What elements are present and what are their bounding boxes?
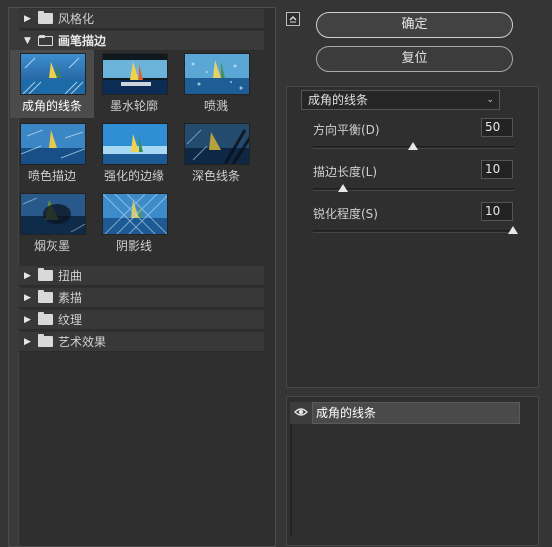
folder-icon (38, 11, 53, 24)
category-label: 风格化 (58, 12, 95, 26)
triangle-right-icon: ▶ (24, 336, 31, 347)
reset-button[interactable]: 复位 (316, 46, 513, 72)
triangle-down-icon: ▼ (24, 35, 31, 46)
filter-preview-image (184, 53, 250, 95)
folder-icon (38, 290, 53, 303)
thumbnail-angled-strokes[interactable]: 成角的线条 (10, 50, 94, 118)
thumbnail-label: 阴影线 (115, 239, 152, 253)
category-brush-strokes[interactable]: ▼ 画笔描边 (18, 31, 264, 51)
thumbnail-label: 深色线条 (191, 169, 240, 183)
direction-balance-slider-thumb[interactable] (408, 142, 418, 150)
thumbnail-dark-strokes[interactable]: 深色线条 (174, 120, 258, 188)
ok-button[interactable]: 确定 (316, 12, 513, 38)
folder-icon (38, 268, 53, 281)
thumbnail-label: 喷色描边 (27, 169, 76, 183)
folder-icon (38, 312, 53, 325)
thumbnail-label: 强化的边缘 (103, 169, 164, 183)
direction-balance-label: 方向平衡(D) (313, 123, 380, 137)
folder-icon (38, 334, 53, 347)
collapse-panel-icon[interactable] (286, 12, 300, 26)
category-distort[interactable]: ▶ 扭曲 (18, 266, 264, 286)
filter-preview-image (102, 193, 168, 235)
thumbnail-label: 烟灰墨 (33, 239, 70, 253)
chevron-down-icon: ⌄ (486, 95, 494, 105)
triangle-right-icon: ▶ (24, 292, 31, 303)
category-stylize[interactable]: ▶ 风格化 (18, 9, 264, 29)
thumbnail-label: 成角的线条 (21, 99, 82, 113)
thumbnail-ink-outlines[interactable]: 墨水轮廓 (92, 50, 176, 118)
stroke-length-input[interactable]: 10 (481, 160, 513, 179)
effect-layer-name: 成角的线条 (312, 402, 520, 424)
filter-select[interactable]: 成角的线条 ⌄ (301, 90, 500, 110)
category-texture[interactable]: ▶ 纹理 (18, 310, 264, 330)
stroke-length-label: 描边长度(L) (313, 165, 378, 179)
stroke-length-slider-thumb[interactable] (338, 184, 348, 192)
thumbnail-label: 墨水轮廓 (109, 99, 158, 113)
thumbnail-spatter[interactable]: 喷溅 (174, 50, 258, 118)
category-label: 艺术效果 (58, 335, 107, 349)
layer-divider (290, 424, 292, 536)
category-label: 素描 (58, 291, 83, 305)
thumbnail-label: 喷溅 (203, 99, 228, 113)
filter-preview-image (102, 53, 168, 95)
category-sketch[interactable]: ▶ 素描 (18, 288, 264, 308)
triangle-right-icon: ▶ (24, 314, 31, 325)
thumbnail-crosshatch[interactable]: 阴影线 (92, 190, 176, 258)
thumbnail-accented-edges[interactable]: 强化的边缘 (92, 120, 176, 188)
filter-preview-image (184, 123, 250, 165)
filter-preview-image (20, 123, 86, 165)
direction-balance-input[interactable]: 50 (481, 118, 513, 137)
triangle-right-icon: ▶ (24, 13, 31, 24)
filter-preview-image (20, 53, 86, 95)
category-label: 纹理 (58, 313, 83, 327)
category-label: 扭曲 (58, 269, 83, 283)
category-artistic[interactable]: ▶ 艺术效果 (18, 332, 264, 352)
effect-layer-row[interactable]: 成角的线条 (290, 402, 520, 424)
filter-select-value: 成角的线条 (308, 93, 369, 107)
triangle-right-icon: ▶ (24, 270, 31, 281)
category-label: 画笔描边 (58, 34, 107, 48)
folder-icon (38, 34, 53, 46)
sharpness-slider-thumb[interactable] (508, 226, 518, 234)
eye-icon[interactable] (294, 405, 308, 419)
thumbnail-sumi-e[interactable]: 烟灰墨 (10, 190, 94, 258)
filter-preview-image (102, 123, 168, 165)
thumbnail-sprayed-strokes[interactable]: 喷色描边 (10, 120, 94, 188)
sharpness-input[interactable]: 10 (481, 202, 513, 221)
filter-preview-image (20, 193, 86, 235)
sharpness-label: 锐化程度(S) (313, 207, 378, 221)
sharpness-slider[interactable] (313, 230, 514, 233)
